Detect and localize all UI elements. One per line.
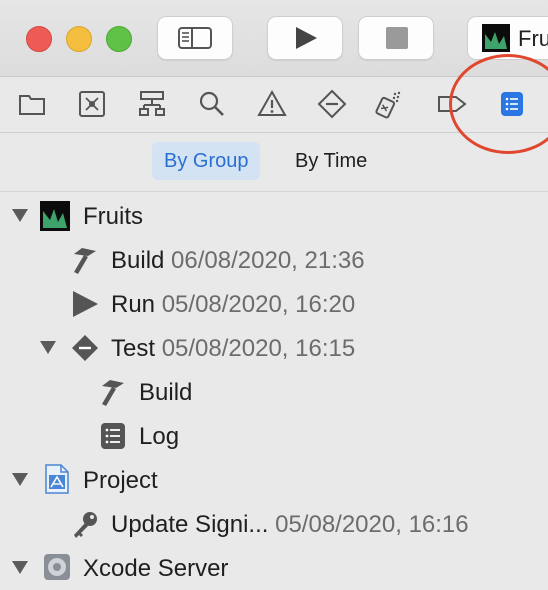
tree-row-update-signing[interactable]: Update Signi... 05/08/2020, 16:16 [0,502,548,546]
debug-navigator-icon[interactable] [373,89,403,119]
tree-row-text: Update Signi... 05/08/2020, 16:16 [111,511,469,539]
toggle-navigator-button[interactable] [157,16,233,60]
source-control-icon[interactable] [77,89,107,119]
tree-row-label: Xcode Server [83,555,229,582]
disclosure-triangle-icon[interactable] [12,561,28,574]
log-icon [98,421,128,451]
tree-row-project[interactable]: Project [0,458,548,502]
tree-row-build[interactable]: Build 06/08/2020, 21:36 [0,238,548,282]
app-icon [40,201,70,231]
project-file-icon [42,464,72,494]
by-group-segment[interactable]: By Group [152,142,261,180]
tree-row-text: Build 06/08/2020, 21:36 [111,247,365,275]
tree-row-label: Build [139,379,193,406]
test-diamond-icon [70,333,100,363]
test-navigator-icon[interactable] [317,89,347,119]
tree-row-label: Project [83,467,158,494]
stop-button[interactable] [358,16,434,60]
tree-row-date: 05/08/2020, 16:16 [275,511,469,538]
disclosure-triangle-icon[interactable] [12,209,28,222]
tree-row-log[interactable]: Log [0,414,548,458]
project-navigator-icon[interactable] [17,89,47,119]
play-icon [70,289,100,319]
tree-row-fruits[interactable]: Fruits [0,194,548,238]
by-time-segment[interactable]: By Time [283,142,379,180]
tree-row-date: 06/08/2020, 21:36 [171,247,365,274]
minimize-window-button[interactable] [66,26,92,52]
server-icon [42,552,72,582]
disclosure-triangle-icon[interactable] [40,341,56,354]
tree-row-xcode-server[interactable]: Xcode Server [0,546,548,590]
tree-row-label: Test [111,335,156,362]
issue-navigator-icon[interactable] [257,89,287,119]
tree-row-label: Fruits [83,203,143,230]
zoom-window-button[interactable] [106,26,132,52]
find-navigator-icon[interactable] [197,89,227,119]
tree-row-text: Run 05/08/2020, 16:20 [111,291,355,319]
hammer-icon [98,377,128,407]
tree-row-test[interactable]: Test 05/08/2020, 16:15 [0,326,548,370]
tree-row-label: Run [111,291,156,318]
tree-row-label: Update Signi... [111,511,269,538]
tree-row-run[interactable]: Run 05/08/2020, 16:20 [0,282,548,326]
disclosure-triangle-icon[interactable] [12,473,28,486]
tree-row-date: 05/08/2020, 16:20 [161,291,356,318]
tree-row-label: Build [111,247,165,274]
scheme-name: Fru [518,26,548,51]
close-window-button[interactable] [26,26,52,52]
run-button[interactable] [267,16,343,60]
filter-segmented-control: By Group By Time [0,133,548,192]
hammer-icon [70,245,100,275]
symbol-navigator-icon[interactable] [137,89,167,119]
tree-row-text: Test 05/08/2020, 16:15 [111,335,355,363]
key-icon [70,509,100,539]
tree-row-date: 05/08/2020, 16:15 [161,335,356,362]
tree-row-test-build[interactable]: Build [0,370,548,414]
tree-row-label: Log [139,423,180,450]
window-toolbar: Fru [0,0,548,77]
play-icon [294,26,318,55]
sidebar-icon [178,27,212,54]
app-icon [482,24,510,52]
stop-icon [386,27,408,54]
